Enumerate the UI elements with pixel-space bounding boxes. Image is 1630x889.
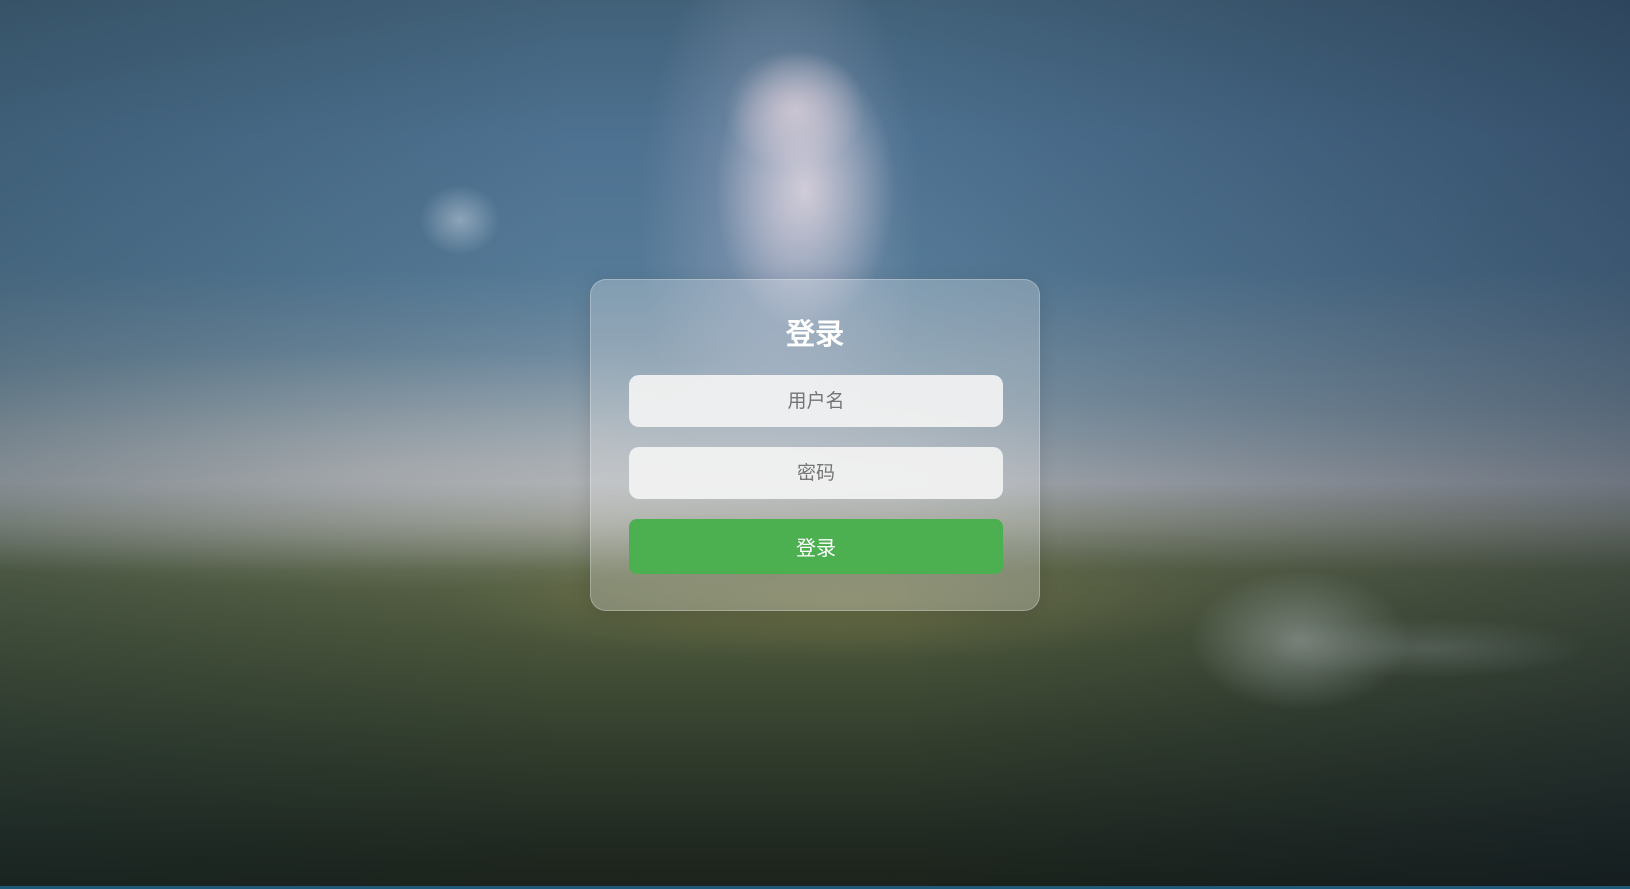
login-button[interactable]: 登录 (629, 519, 1003, 574)
password-input[interactable] (629, 447, 1003, 499)
login-card: 登录 登录 (590, 279, 1040, 611)
login-page: 登录 登录 (0, 0, 1630, 889)
login-title: 登录 (785, 317, 844, 351)
username-input[interactable] (629, 375, 1003, 427)
